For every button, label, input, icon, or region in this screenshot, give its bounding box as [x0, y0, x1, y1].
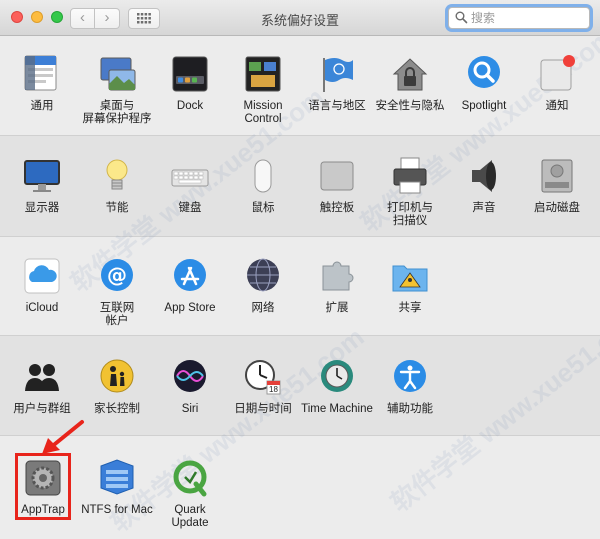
pane-label: 键盘 — [178, 202, 202, 214]
pane-siri[interactable]: Siri — [153, 357, 227, 416]
pane-label: 日期与时间 — [234, 403, 292, 415]
pane-language[interactable]: 语言与地区 — [300, 54, 374, 113]
parental-icon — [97, 357, 137, 397]
pane-energy[interactable]: 节能 — [80, 156, 154, 215]
pane-label: Time Machine — [301, 403, 373, 415]
pane-label: Quark Update — [171, 504, 209, 529]
pane-label: Siri — [181, 403, 199, 415]
pane-label: iCloud — [25, 302, 59, 314]
pane-desktop[interactable]: 桌面与 屏幕保护程序 — [80, 54, 154, 126]
pane-label: 安全性与隐私 — [375, 100, 445, 112]
puzzle-icon — [317, 256, 357, 296]
pane-network[interactable]: 网络 — [226, 256, 300, 315]
pane-label: 网络 — [251, 302, 275, 314]
pane-app-store[interactable]: App Store — [153, 256, 227, 315]
siri-icon — [170, 357, 210, 397]
mouse-icon — [243, 156, 283, 196]
pane-label: 触控板 — [319, 202, 355, 214]
pane-icloud[interactable]: iCloud — [5, 256, 79, 315]
pane-label: 共享 — [398, 302, 422, 314]
flag-icon — [317, 54, 357, 94]
pane-ntfs-for-mac[interactable]: NTFS for Mac — [80, 458, 154, 517]
pane-label: 声音 — [472, 202, 496, 214]
pane-quark-update[interactable]: Quark Update — [153, 458, 227, 530]
pane-label: 用户与群组 — [13, 403, 71, 415]
pane-accessibility[interactable]: 辅助功能 — [373, 357, 447, 416]
trackpad-icon — [317, 156, 357, 196]
pane-extensions[interactable]: 扩展 — [300, 256, 374, 315]
pane-printers[interactable]: 打印机与 扫描仪 — [373, 156, 447, 228]
pane-label: 鼠标 — [251, 202, 275, 214]
pane-general[interactable]: 通用 — [5, 54, 79, 113]
spotlight-icon — [464, 54, 504, 94]
pane-startup-disk[interactable]: 启动磁盘 — [520, 156, 594, 215]
svg-text:@: @ — [107, 263, 127, 287]
search-icon — [455, 11, 468, 24]
desktop-icon — [97, 54, 137, 94]
pane-date-time[interactable]: 18 日期与时间 — [226, 357, 300, 416]
title-bar: ‹ › 系统偏好设置 — [0, 0, 600, 36]
pane-label: Spotlight — [461, 100, 507, 112]
highlight-box — [15, 453, 71, 520]
pane-sharing[interactable]: 共享 — [373, 256, 447, 315]
pane-sound[interactable]: 声音 — [447, 156, 521, 215]
accessibility-icon — [390, 357, 430, 397]
pane-label: 语言与地区 — [308, 100, 366, 112]
display-icon — [22, 156, 62, 196]
pane-label: 节能 — [105, 202, 129, 214]
pane-label: Mission Control — [243, 100, 283, 125]
dock-icon — [170, 54, 210, 94]
time-machine-icon — [317, 357, 357, 397]
pane-label: 辅助功能 — [387, 403, 433, 415]
icloud-icon — [22, 256, 62, 296]
pane-label: 启动磁盘 — [534, 202, 580, 214]
pane-dock[interactable]: Dock — [153, 54, 227, 113]
arrow-icon — [42, 420, 84, 454]
search-field[interactable] — [448, 7, 590, 29]
pane-label: 桌面与 屏幕保护程序 — [82, 100, 152, 125]
clock-icon: 18 — [243, 357, 283, 397]
speaker-icon — [464, 156, 504, 196]
app-store-icon — [170, 256, 210, 296]
mission-control-icon — [243, 54, 283, 94]
house-lock-icon — [390, 54, 430, 94]
notifications-icon — [537, 54, 577, 94]
pane-notifications[interactable]: 通知 — [520, 54, 594, 113]
pane-time-machine[interactable]: Time Machine — [300, 357, 374, 416]
pane-label: 互联网 帐户 — [99, 302, 135, 327]
pane-users[interactable]: 用户与群组 — [5, 357, 79, 416]
pane-label: 通用 — [30, 100, 54, 112]
ntfs-icon — [97, 458, 137, 498]
pane-label: 家长控制 — [94, 403, 140, 415]
pane-mission-control[interactable]: Mission Control — [226, 54, 300, 126]
general-icon — [22, 54, 62, 94]
users-icon — [22, 357, 62, 397]
search-input[interactable] — [471, 10, 583, 26]
at-icon: @ — [97, 256, 137, 296]
quark-icon — [170, 458, 210, 498]
pane-label: 打印机与 扫描仪 — [387, 202, 433, 227]
pane-label: 扩展 — [325, 302, 349, 314]
pane-internet-accounts[interactable]: @ 互联网 帐户 — [80, 256, 154, 328]
disk-icon — [537, 156, 577, 196]
calendar-day: 18 — [269, 385, 278, 394]
pane-displays[interactable]: 显示器 — [5, 156, 79, 215]
keyboard-icon — [170, 156, 210, 196]
pane-label: 显示器 — [24, 202, 60, 214]
pane-label: App Store — [164, 302, 216, 314]
lightbulb-icon — [97, 156, 137, 196]
pane-label: NTFS for Mac — [81, 504, 153, 516]
pane-mouse[interactable]: 鼠标 — [226, 156, 300, 215]
sharing-folder-icon — [390, 256, 430, 296]
globe-icon — [243, 256, 283, 296]
printer-icon — [390, 156, 430, 196]
pane-security[interactable]: 安全性与隐私 — [373, 54, 447, 113]
pane-keyboard[interactable]: 键盘 — [153, 156, 227, 215]
pane-label: 通知 — [545, 100, 569, 112]
pane-trackpad[interactable]: 触控板 — [300, 156, 374, 215]
pane-spotlight[interactable]: Spotlight — [447, 54, 521, 113]
pane-parental-controls[interactable]: 家长控制 — [80, 357, 154, 416]
pane-label: Dock — [176, 100, 204, 112]
